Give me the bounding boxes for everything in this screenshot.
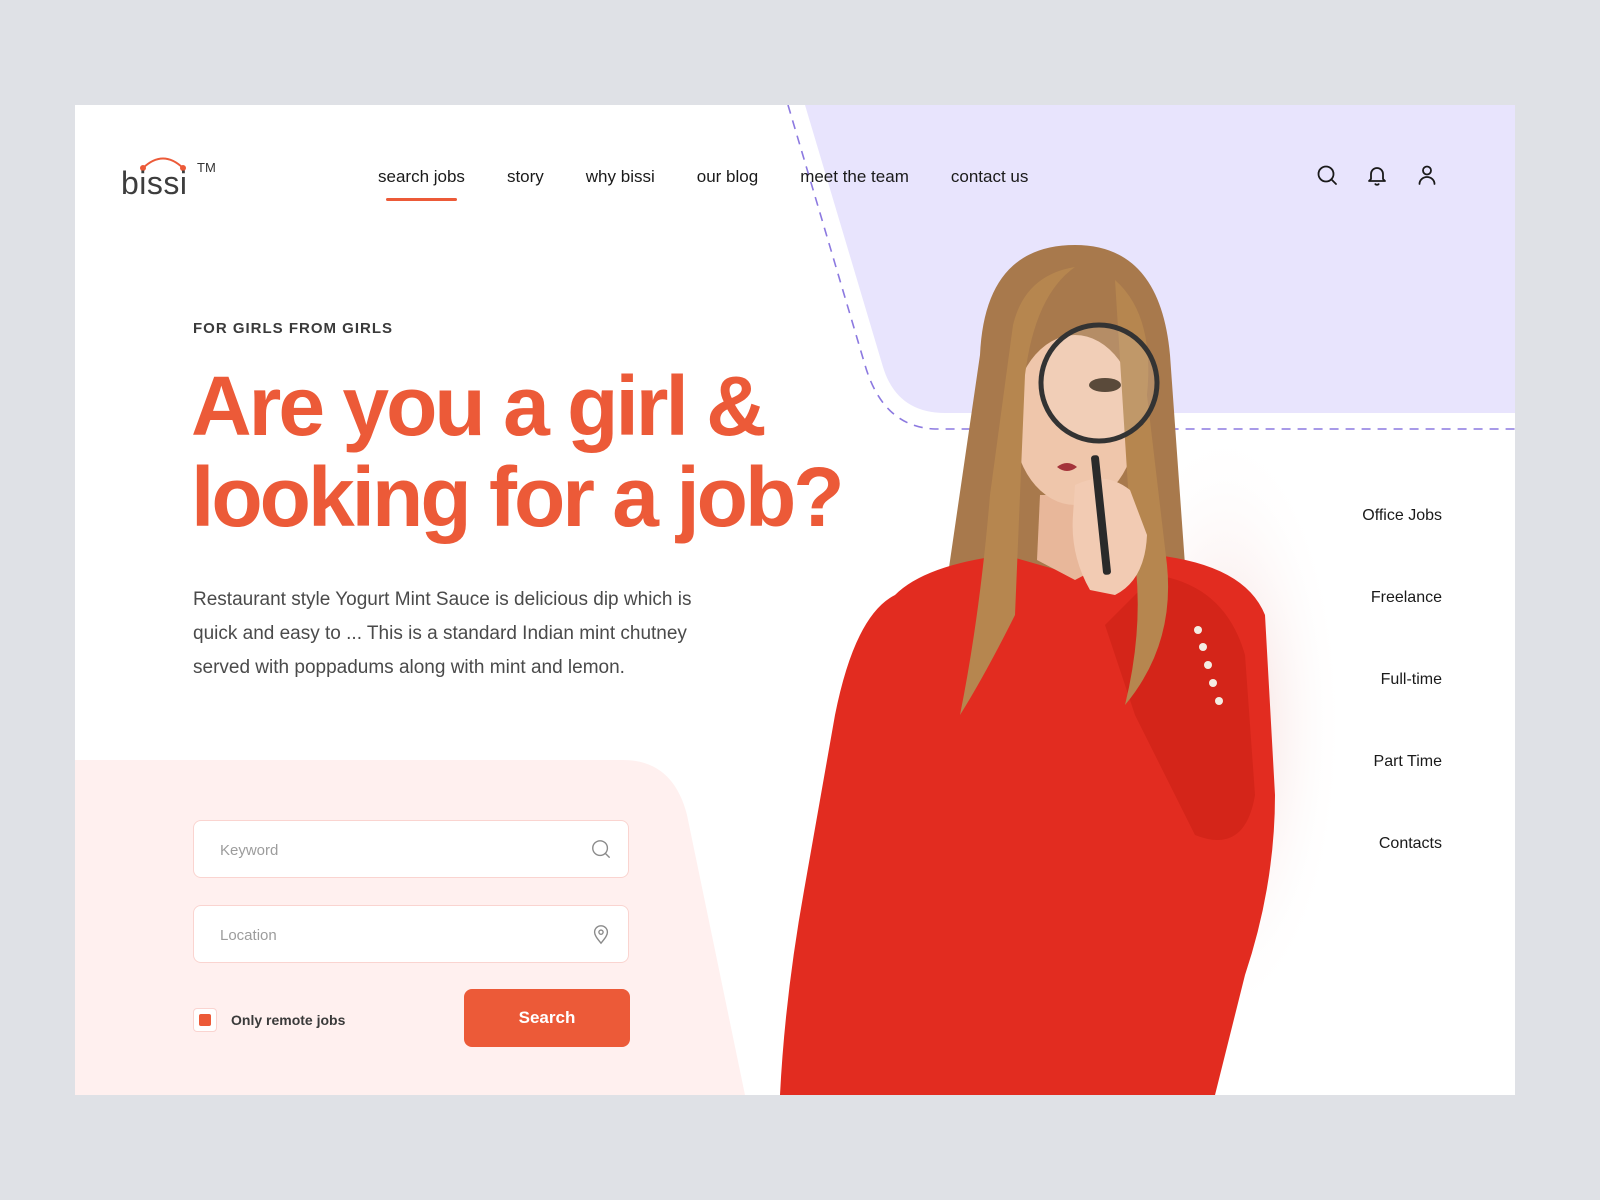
keyword-field xyxy=(193,820,629,879)
side-item-full-time[interactable]: Full-time xyxy=(1362,671,1442,753)
location-input[interactable] xyxy=(218,906,582,964)
remote-jobs-label: Only remote jobs xyxy=(231,1012,346,1028)
side-item-contacts[interactable]: Contacts xyxy=(1362,835,1442,917)
search-icon[interactable] xyxy=(1315,163,1339,187)
checkbox-box[interactable] xyxy=(193,1008,217,1032)
eye xyxy=(1089,378,1121,392)
side-item-freelance[interactable]: Freelance xyxy=(1362,589,1442,671)
nav-search-jobs[interactable]: search jobs xyxy=(378,167,465,201)
hero-eyebrow: FOR GIRLS FROM GIRLS xyxy=(193,320,393,337)
nav-why-bissi[interactable]: why bissi xyxy=(586,167,655,187)
main-nav: search jobs story why bissi our blog mee… xyxy=(378,167,1070,201)
side-item-part-time[interactable]: Part Time xyxy=(1362,753,1442,835)
hero-description: Restaurant style Yogurt Mint Sauce is de… xyxy=(193,589,692,678)
nav-story[interactable]: story xyxy=(507,167,544,187)
search-icon[interactable] xyxy=(590,838,612,860)
search-button[interactable]: Search xyxy=(464,989,630,1047)
trademark: TM xyxy=(197,160,216,175)
nav-our-blog[interactable]: our blog xyxy=(697,167,758,187)
remote-jobs-checkbox[interactable]: Only remote jobs xyxy=(193,1008,345,1032)
keyword-input[interactable] xyxy=(218,821,582,879)
job-type-menu: Office Jobs Freelance Full-time Part Tim… xyxy=(1362,507,1442,917)
headline-line-1: Are you a girl & xyxy=(191,359,767,453)
side-item-office-jobs[interactable]: Office Jobs xyxy=(1362,507,1442,589)
hero-photo-woman xyxy=(780,245,1275,1095)
user-icon[interactable] xyxy=(1415,163,1439,187)
checkbox-checked-mark xyxy=(199,1014,211,1026)
landing-page: bissi TM search jobs story why bissi our… xyxy=(75,105,1515,1095)
location-pin-icon[interactable] xyxy=(590,923,612,945)
bell-icon[interactable] xyxy=(1365,163,1389,187)
brand-name: bissi xyxy=(121,165,188,201)
location-field xyxy=(193,905,629,964)
headline-line-2: looking for a job? xyxy=(191,450,845,544)
nav-contact-us[interactable]: contact us xyxy=(951,167,1029,187)
header-actions xyxy=(1315,163,1439,187)
nav-meet-the-team[interactable]: meet the team xyxy=(800,167,909,187)
